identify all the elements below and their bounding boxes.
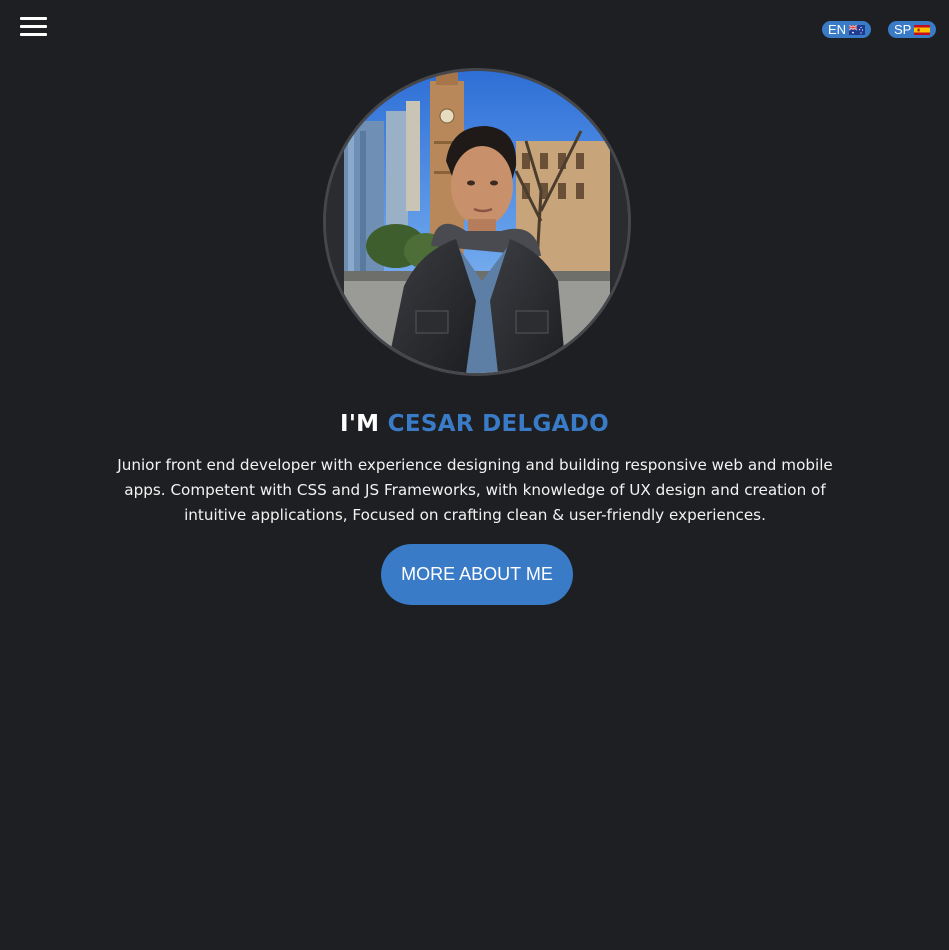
spain-flag-icon bbox=[914, 24, 931, 35]
language-en-button[interactable]: EN bbox=[822, 21, 872, 38]
language-sp-label: SP bbox=[894, 22, 912, 37]
headline-prefix: I'M bbox=[339, 411, 388, 437]
hamburger-menu-icon[interactable] bbox=[20, 17, 47, 37]
menu-bar-bottom bbox=[20, 33, 47, 36]
menu-bar-top bbox=[20, 17, 47, 20]
language-sp-button[interactable]: SP bbox=[888, 21, 937, 38]
more-about-me-button[interactable]: MORE ABOUT ME bbox=[381, 544, 573, 605]
menu-bar-middle bbox=[20, 25, 47, 28]
profile-photo bbox=[323, 68, 631, 376]
language-en-label: EN bbox=[828, 22, 847, 37]
hero-headline: I'M CESAR DELGADO bbox=[0, 408, 949, 440]
headline-name: CESAR DELGADO bbox=[387, 411, 610, 437]
australia-flag-icon bbox=[849, 24, 866, 35]
hero-bio: Junior front end developer with experien… bbox=[117, 456, 833, 524]
